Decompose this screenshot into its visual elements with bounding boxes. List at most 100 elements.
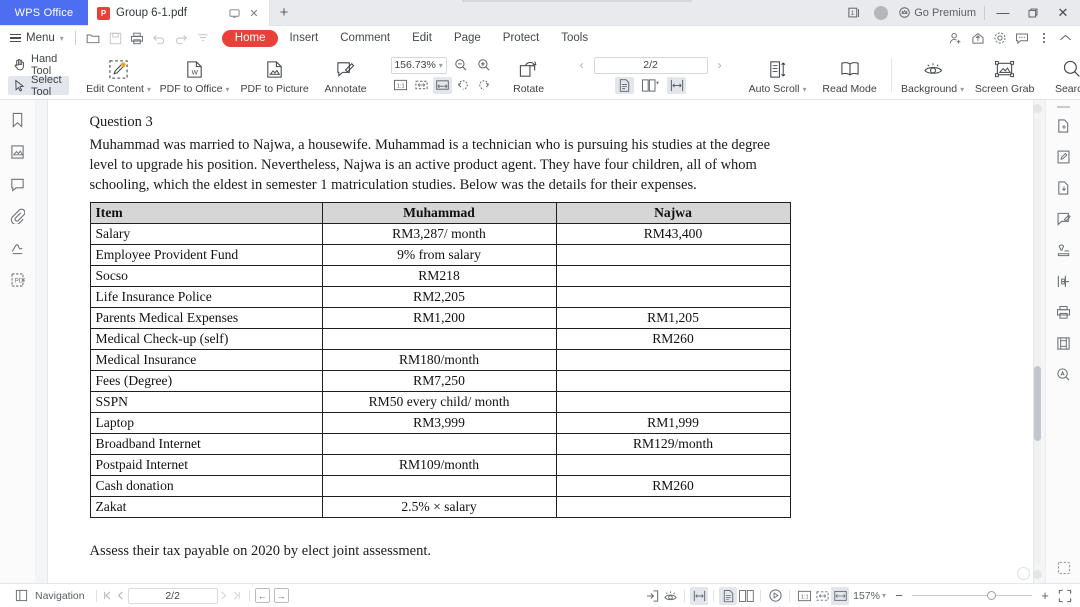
zoom-in-icon[interactable] — [475, 57, 493, 74]
status-page-input[interactable]: 2/2 — [127, 587, 218, 604]
tab-page[interactable]: Page — [443, 30, 492, 47]
tab-home[interactable]: Home — [221, 29, 279, 47]
continuous-scroll-button[interactable] — [690, 586, 709, 605]
feedback-icon[interactable] — [1011, 28, 1032, 49]
print-icon[interactable] — [127, 28, 148, 49]
compress-icon[interactable] — [1053, 333, 1073, 353]
continuous-scroll-icon[interactable] — [667, 76, 687, 94]
zoom-slider-knob[interactable] — [987, 590, 996, 600]
expand-sidebar-icon[interactable] — [1055, 559, 1073, 577]
single-page-view-icon[interactable] — [615, 76, 635, 94]
new-tab-button[interactable]: + — [270, 0, 298, 25]
save-icon[interactable] — [105, 28, 126, 49]
presentation-icon[interactable] — [766, 587, 784, 605]
scrollbar-thumb[interactable] — [1034, 366, 1041, 441]
edit-content-button[interactable]: Edit Content ▾ — [83, 50, 155, 100]
sign-in-icon[interactable] — [643, 587, 661, 605]
document-tab[interactable]: P Group 6-1.pdf ✕ — [88, 0, 270, 26]
tab-close-icon[interactable]: ✕ — [247, 6, 261, 20]
fit-page-button[interactable] — [813, 587, 831, 605]
go-premium-button[interactable]: Go Premium — [894, 0, 981, 26]
screen-grab-button[interactable]: Screen Grab — [969, 50, 1041, 100]
first-page-button[interactable] — [102, 590, 115, 601]
tab-edit[interactable]: Edit — [401, 30, 443, 47]
hand-tool-button[interactable]: Hand Tool — [8, 53, 69, 77]
tab-tools[interactable]: Tools — [550, 30, 599, 47]
annotate-button[interactable]: Annotate — [315, 50, 377, 100]
user-avatar[interactable] — [868, 0, 894, 26]
previous-page-button[interactable] — [115, 590, 128, 601]
print-icon[interactable] — [1053, 302, 1073, 322]
rotate-left-icon[interactable] — [454, 77, 473, 94]
ocr-search-icon[interactable] — [1053, 364, 1073, 384]
tab-preview-icon[interactable] — [227, 6, 241, 20]
zoom-level-select[interactable]: 156.73% ▾ — [390, 56, 447, 74]
navigation-button[interactable]: Navigation — [6, 587, 91, 605]
close-button[interactable]: ✕ — [1048, 0, 1078, 26]
thumbnails-icon[interactable] — [8, 142, 28, 162]
status-zoom-select[interactable]: 157% ▾ — [849, 587, 890, 605]
select-tool-button[interactable]: Select Tool — [8, 74, 69, 98]
window-layout-icon[interactable]: 1 — [842, 0, 868, 26]
scroll-up-button[interactable] — [1033, 104, 1042, 113]
annotate-page-icon[interactable] — [1053, 209, 1073, 229]
single-page-button[interactable] — [719, 586, 738, 605]
two-page-view-icon[interactable]: ▾ — [641, 77, 660, 94]
tab-insert[interactable]: Insert — [278, 30, 329, 47]
actual-size-button[interactable]: 1:1 — [795, 587, 813, 605]
add-user-icon[interactable] — [945, 28, 966, 49]
background-button[interactable]: Background ▾ — [897, 50, 969, 100]
minimize-button[interactable]: — — [988, 0, 1018, 26]
bookmark-icon[interactable] — [8, 110, 28, 130]
rotate-button[interactable]: Rotate — [498, 50, 560, 100]
tab-protect[interactable]: Protect — [492, 30, 550, 47]
next-view-button[interactable]: → — [273, 588, 289, 603]
redo-icon[interactable] — [171, 28, 192, 49]
main-menu-button[interactable]: Menu ▾ — [0, 32, 72, 44]
next-page-button[interactable] — [218, 590, 231, 601]
eye-protection-icon[interactable] — [661, 587, 679, 605]
quick-access-more-icon[interactable] — [193, 28, 214, 49]
pdf-to-office-button[interactable]: W PDF to Office ▾ — [155, 50, 235, 100]
undo-icon[interactable] — [149, 28, 170, 49]
two-page-button[interactable] — [737, 587, 755, 605]
extract-page-icon[interactable] — [1053, 178, 1073, 198]
share-icon[interactable] — [967, 28, 988, 49]
page-number-input[interactable]: 2/2 — [593, 56, 708, 74]
page-corner-button[interactable] — [1017, 567, 1030, 580]
fullscreen-icon[interactable] — [1056, 587, 1074, 605]
fit-page-icon[interactable] — [412, 77, 431, 94]
document-viewport[interactable]: Question 3 Muhammad was married to Najwa… — [35, 100, 1045, 583]
comments-icon[interactable] — [8, 174, 28, 194]
zoom-out-button[interactable]: − — [890, 588, 908, 603]
search-button[interactable]: Search — [1041, 50, 1080, 100]
previous-page-icon[interactable]: ‹ — [576, 58, 588, 72]
gear-icon[interactable] — [989, 28, 1010, 49]
export-pages-icon[interactable]: PDF — [8, 270, 28, 290]
maximize-button[interactable] — [1018, 0, 1048, 26]
previous-view-button[interactable]: ← — [254, 588, 270, 603]
vertical-scrollbar[interactable] — [1017, 104, 1042, 580]
last-page-button[interactable] — [231, 590, 244, 601]
scroll-down-button[interactable] — [1033, 570, 1042, 579]
tab-comment[interactable]: Comment — [329, 30, 401, 47]
zoom-slider[interactable] — [912, 590, 1032, 600]
next-page-icon[interactable]: › — [714, 58, 726, 72]
stamp-icon[interactable] — [1053, 240, 1073, 260]
signature-icon[interactable] — [8, 238, 28, 258]
actual-size-icon[interactable]: 1:1 — [391, 77, 410, 94]
edit-page-icon[interactable] — [1053, 147, 1073, 167]
zoom-out-icon[interactable] — [452, 57, 470, 74]
read-mode-button[interactable]: Read Mode — [814, 50, 886, 100]
collapse-ribbon-icon[interactable] — [1055, 28, 1076, 49]
fit-width-icon[interactable] — [432, 76, 452, 94]
rotate-right-icon[interactable] — [475, 77, 494, 94]
auto-scroll-button[interactable]: Auto Scroll ▾ — [742, 50, 814, 100]
pdf-to-picture-button[interactable]: PDF to Picture — [235, 50, 315, 100]
page-split-icon[interactable] — [1053, 271, 1073, 291]
more-options-icon[interactable] — [1033, 28, 1054, 49]
open-file-icon[interactable] — [83, 28, 104, 49]
attachment-icon[interactable] — [8, 206, 28, 226]
zoom-in-button[interactable]: + — [1036, 588, 1054, 603]
add-page-icon[interactable] — [1053, 116, 1073, 136]
